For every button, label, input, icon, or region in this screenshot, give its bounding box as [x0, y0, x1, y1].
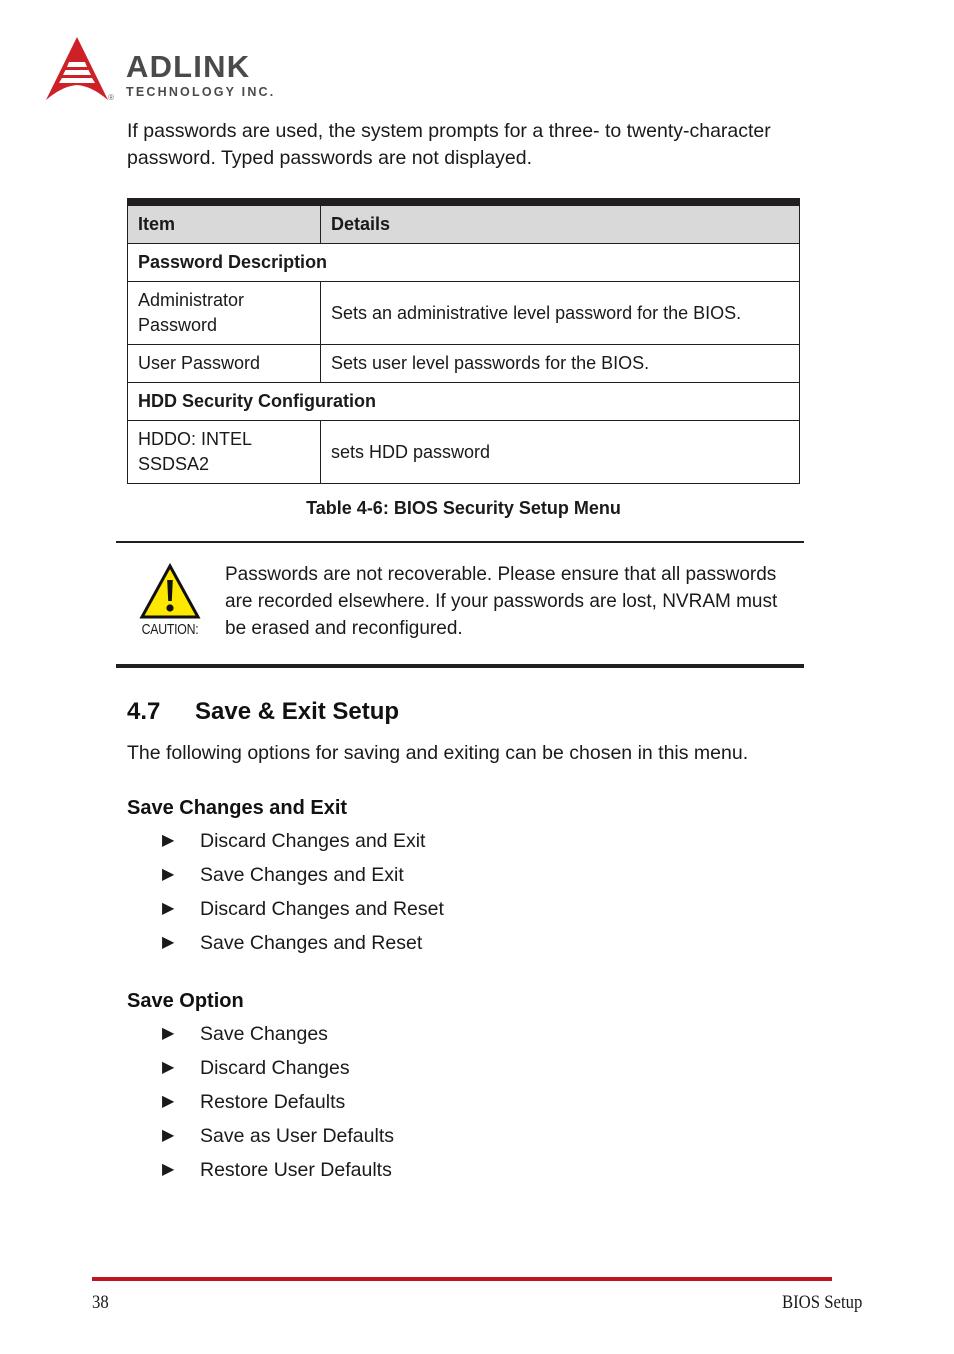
list-item[interactable]: ▶ Save Changes and Reset [127, 926, 800, 960]
table-cell-details: sets HDD password [320, 420, 800, 484]
list-item[interactable]: ▶ Save Changes and Exit [127, 858, 800, 892]
triangle-bullet-icon: ▶ [162, 1161, 175, 1178]
list-item-label: Save as User Defaults [200, 1124, 395, 1147]
section-heading: 4.7 Save & Exit Setup [127, 698, 800, 726]
section-title: Save & Exit Setup [195, 698, 400, 725]
table-row: HDDO: INTEL SSDSA2 sets HDD password [127, 420, 800, 484]
table-header-row: Item Details [127, 205, 800, 244]
triangle-bullet-icon: ▶ [162, 1093, 175, 1110]
page-header: ® ADLINK TECHNOLOGY INC. [38, 28, 438, 104]
logo-company-tagline: TECHNOLOGY INC. [126, 84, 276, 99]
warning-triangle-icon [139, 563, 201, 619]
table-row: Administrator Password Sets an administr… [127, 281, 800, 345]
logo-company-name: ADLINK [126, 48, 251, 84]
triangle-bullet-icon: ▶ [162, 866, 175, 883]
list-item-label: Restore User Defaults [200, 1158, 392, 1181]
table-section-label: Password Description [127, 243, 800, 282]
table-cell-item: Administrator Password [127, 281, 321, 345]
page-footer: 38 BIOS Setup [92, 1277, 862, 1314]
triangle-bullet-icon: ▶ [162, 1127, 175, 1144]
caution-bottom-rule [116, 664, 804, 668]
caution-text: Passwords are not recoverable. Please en… [225, 564, 778, 639]
table-section-label: HDD Security Configuration [127, 382, 800, 421]
list-item[interactable]: ▶ Discard Changes and Exit [127, 824, 800, 858]
section-number: 4.7 [127, 698, 161, 725]
table-cell-details: Sets user level passwords for the BIOS. [320, 344, 800, 383]
registered-trademark-mark: ® [108, 93, 114, 102]
triangle-bullet-icon: ▶ [162, 1025, 175, 1042]
footer-rule [92, 1277, 832, 1281]
adlink-wordmark: ADLINK TECHNOLOGY INC. [126, 51, 275, 105]
table-top-bar [127, 198, 800, 205]
caution-block: CAUTION: Passwords are not recoverable. … [116, 541, 804, 668]
footer-page-number: 38 [92, 1292, 109, 1313]
triangle-bullet-icon: ▶ [162, 1059, 175, 1076]
section-paragraph: The following options for saving and exi… [127, 742, 749, 764]
list-item[interactable]: ▶ Restore Defaults [127, 1085, 800, 1119]
triangle-bullet-icon: ▶ [162, 832, 175, 849]
list-item-label: Discard Changes [200, 1056, 350, 1079]
list-item-label: Restore Defaults [200, 1090, 346, 1113]
table-header-details: Details [320, 205, 800, 244]
subheading-save-changes-and-exit: Save Changes and Exit [127, 797, 348, 819]
list-item[interactable]: ▶ Discard Changes [127, 1051, 800, 1085]
table-section-row: Password Description [127, 243, 800, 282]
adlink-triangle-logo-icon: ® [38, 34, 116, 104]
list-item[interactable]: ▶ Discard Changes and Reset [127, 892, 800, 926]
table-section-row: HDD Security Configuration [127, 382, 800, 421]
bios-security-table-block: Item Details Password Description Admini… [127, 198, 800, 519]
triangle-bullet-icon: ▶ [162, 900, 175, 917]
adlink-logo: ® ADLINK TECHNOLOGY INC. [38, 28, 438, 104]
list-item-label: Save Changes [200, 1022, 328, 1045]
intro-paragraph: If passwords are used, the system prompt… [127, 120, 771, 169]
footer-chapter-title: BIOS Setup [781, 1292, 862, 1313]
table-caption: Table 4-6: BIOS Security Setup Menu [306, 498, 621, 518]
list-item[interactable]: ▶ Save Changes [127, 1017, 800, 1051]
table-row: User Password Sets user level passwords … [127, 344, 800, 383]
table-cell-details: Sets an administrative level password fo… [320, 281, 800, 345]
list-save-changes-and-exit: ▶ Discard Changes and Exit ▶ Save Change… [127, 824, 800, 960]
bios-security-table: Item Details Password Description Admini… [127, 205, 800, 484]
list-item-label: Discard Changes and Exit [200, 829, 426, 852]
caution-icon-group: CAUTION: [127, 561, 213, 637]
table-header-item: Item [127, 205, 321, 244]
table-cell-item: User Password [127, 344, 321, 383]
list-item-label: Save Changes and Reset [200, 931, 423, 954]
page-content: If passwords are used, the system prompt… [116, 118, 804, 1187]
table-cell-item: HDDO: INTEL SSDSA2 [127, 420, 321, 484]
subheading-save-option: Save Option [127, 990, 244, 1012]
list-item-label: Discard Changes and Reset [200, 897, 444, 920]
list-item[interactable]: ▶ Save as User Defaults [127, 1119, 800, 1153]
list-save-option: ▶ Save Changes ▶ Discard Changes ▶ Resto… [127, 1017, 800, 1187]
caution-label: CAUTION: [141, 621, 199, 638]
list-item[interactable]: ▶ Restore User Defaults [127, 1153, 800, 1187]
list-item-label: Save Changes and Exit [200, 863, 404, 886]
triangle-bullet-icon: ▶ [162, 934, 175, 951]
